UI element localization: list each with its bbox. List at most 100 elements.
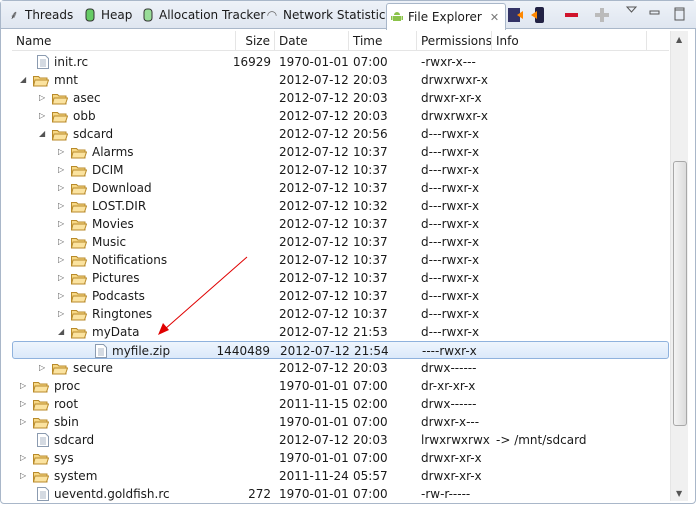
table-row[interactable]: ▷ Podcasts 2012-07-12 10:37 d---rwxr-x — [12, 287, 669, 305]
tab-network-statistics[interactable]: ◠ Network Statistics — [265, 4, 392, 26]
file-time: 07:00 — [353, 55, 388, 69]
expand-arrow-closed-icon[interactable]: ▷ — [58, 215, 64, 233]
file-date: 2011-11-15 — [279, 397, 349, 411]
column-header-time[interactable]: Time — [349, 31, 417, 51]
file-time: 10:37 — [353, 289, 388, 303]
new-folder-icon[interactable] — [593, 6, 611, 24]
table-row[interactable]: ▷ sbin 1970-01-01 07:00 drwxr-x--- — [12, 413, 669, 431]
file-permissions: drwx------ — [421, 361, 477, 375]
expand-arrow-closed-icon[interactable]: ▷ — [58, 161, 64, 179]
expand-arrow-closed-icon[interactable]: ▷ — [20, 449, 26, 467]
table-row[interactable]: ◢ myData 2012-07-12 21:53 d---rwxr-x — [12, 323, 669, 341]
tab-file-explorer[interactable]: File Explorer ✕ — [386, 3, 507, 30]
maximize-icon[interactable] — [673, 6, 691, 24]
scroll-up-icon[interactable]: ▲ — [676, 35, 682, 44]
file-time: 21:54 — [354, 344, 389, 358]
file-permissions: d---rwxr-x — [421, 199, 480, 213]
view-menu-icon[interactable] — [625, 4, 643, 22]
file-permissions: drwxr-xr-x — [421, 91, 482, 105]
vertical-scrollbar[interactable]: ▲ ▼ — [670, 31, 688, 501]
expand-arrow-closed-icon[interactable]: ▷ — [20, 413, 26, 431]
expand-arrow-closed-icon[interactable]: ▷ — [20, 377, 26, 395]
expand-arrow-open-icon[interactable]: ◢ — [20, 71, 26, 89]
table-row[interactable]: ▷ Download 2012-07-12 10:37 d---rwxr-x — [12, 179, 669, 197]
expand-arrow-closed-icon[interactable]: ▷ — [20, 467, 26, 485]
table-row[interactable]: init.rc 16929 1970-01-01 07:00 -rwxr-x--- — [12, 53, 669, 71]
file-date: 2011-11-24 — [279, 469, 349, 483]
table-row[interactable]: ▷ Notifications 2012-07-12 10:37 d---rwxr-x — [12, 251, 669, 269]
column-header-permissions[interactable]: Permissions — [417, 31, 492, 51]
expand-arrow-closed-icon[interactable]: ▷ — [20, 395, 26, 413]
expand-arrow-closed-icon[interactable]: ▷ — [39, 89, 45, 107]
table-row[interactable]: ▷ DCIM 2012-07-12 10:37 d---rwxr-x — [12, 161, 669, 179]
file-date: 1970-01-01 — [279, 487, 349, 501]
table-row[interactable]: ▷ sys 1970-01-01 07:00 drwxr-xr-x — [12, 449, 669, 467]
column-header-date[interactable]: Date — [275, 31, 349, 51]
file-name: sdcard — [54, 433, 95, 447]
column-header-name[interactable]: Name — [12, 31, 236, 51]
push-file-icon[interactable] — [529, 6, 547, 24]
file-permissions: -rwxr-x--- — [421, 55, 476, 69]
expand-arrow-closed-icon[interactable]: ▷ — [58, 143, 64, 161]
table-row[interactable]: ◢ mnt 2012-07-12 20:03 drwxrwxr-x — [12, 71, 669, 89]
tab-threads[interactable]: ⸙ Threads — [7, 4, 73, 26]
file-name: Notifications — [92, 253, 168, 267]
file-time: 20:03 — [353, 91, 388, 105]
file-permissions: -rw-r----- — [421, 487, 471, 501]
tab-allocation-tracker[interactable]: Allocation Tracker — [141, 4, 265, 26]
file-date: 2012-07-12 — [279, 289, 349, 303]
table-row[interactable]: ▷ Movies 2012-07-12 10:37 d---rwxr-x — [12, 215, 669, 233]
expand-arrow-closed-icon[interactable]: ▷ — [58, 287, 64, 305]
file-name: DCIM — [92, 163, 124, 177]
table-row[interactable]: ◢ sdcard 2012-07-12 20:56 d---rwxr-x — [12, 125, 669, 143]
table-row[interactable]: ▷ LOST.DIR 2012-07-12 10:32 d---rwxr-x — [12, 197, 669, 215]
scrollbar-thumb[interactable] — [673, 161, 687, 426]
minimize-icon[interactable] — [648, 6, 666, 24]
file-size: 16929 — [232, 55, 271, 69]
table-row[interactable]: ▷ Pictures 2012-07-12 10:37 d---rwxr-x — [12, 269, 669, 287]
file-date: 2012-07-12 — [280, 344, 350, 358]
table-row[interactable]: ▷ obb 2012-07-12 20:03 drwxrwxr-x — [12, 107, 669, 125]
table-row[interactable]: sdcard 2012-07-12 20:03 lrwxrwxrwx -> /mnt/s… — [12, 431, 669, 449]
file-permissions: drwx------ — [421, 397, 477, 411]
expand-arrow-closed-icon[interactable]: ▷ — [58, 269, 64, 287]
pull-file-icon[interactable] — [507, 6, 525, 24]
column-header-size[interactable]: Size — [236, 31, 275, 51]
expand-arrow-closed-icon[interactable]: ▷ — [39, 359, 45, 377]
file-permissions: d---rwxr-x — [421, 307, 480, 321]
expand-arrow-closed-icon[interactable]: ▷ — [58, 251, 64, 269]
file-name: Movies — [92, 217, 134, 231]
folder-icon — [70, 290, 88, 303]
expand-arrow-closed-icon[interactable]: ▷ — [58, 305, 64, 323]
delete-icon[interactable] — [563, 6, 581, 24]
expand-arrow-open-icon[interactable]: ◢ — [39, 125, 45, 143]
table-row[interactable]: ▷ system 2011-11-24 05:57 drwxr-xr-x — [12, 467, 669, 485]
table-row[interactable]: ▷ Alarms 2012-07-12 10:37 d---rwxr-x — [12, 143, 669, 161]
table-row[interactable]: ▷ root 2011-11-15 02:00 drwx------ — [12, 395, 669, 413]
column-header-info[interactable]: Info — [492, 31, 647, 51]
expand-arrow-closed-icon[interactable]: ▷ — [58, 197, 64, 215]
tab-heap[interactable]: Heap — [83, 4, 132, 26]
file-date: 2012-07-12 — [279, 181, 349, 195]
file-date: 2012-07-12 — [279, 253, 349, 267]
table-row[interactable]: ▷ secure 2012-07-12 20:03 drwx------ — [12, 359, 669, 377]
folder-icon — [51, 92, 69, 105]
scroll-down-icon[interactable]: ▼ — [676, 489, 682, 498]
file-permissions: drwxrwxr-x — [421, 109, 488, 123]
file-name: Music — [92, 235, 127, 249]
folder-icon — [51, 128, 69, 141]
expand-arrow-closed-icon[interactable]: ▷ — [39, 107, 45, 125]
table-row[interactable]: ▷ asec 2012-07-12 20:03 drwxr-xr-x — [12, 89, 669, 107]
table-row[interactable]: ▷ proc 1970-01-01 07:00 dr-xr-xr-x — [12, 377, 669, 395]
expand-arrow-closed-icon[interactable]: ▷ — [58, 179, 64, 197]
close-tab-icon[interactable]: ✕ — [490, 11, 499, 24]
table-row[interactable]: ▷ Music 2012-07-12 10:37 d---rwxr-x — [12, 233, 669, 251]
file-name: LOST.DIR — [92, 199, 147, 213]
file-name: Download — [92, 181, 152, 195]
file-time: 20:03 — [353, 361, 388, 375]
expand-arrow-closed-icon[interactable]: ▷ — [58, 233, 64, 251]
table-row[interactable]: myfile.zip 1440489 2012-07-12 21:54 ----rwxr… — [12, 341, 669, 359]
table-row[interactable]: ▷ Ringtones 2012-07-12 10:37 d---rwxr-x — [12, 305, 669, 323]
expand-arrow-open-icon[interactable]: ◢ — [58, 323, 64, 341]
table-row[interactable]: ueventd.goldfish.rc 272 1970-01-01 07:00 -rw… — [12, 485, 669, 502]
